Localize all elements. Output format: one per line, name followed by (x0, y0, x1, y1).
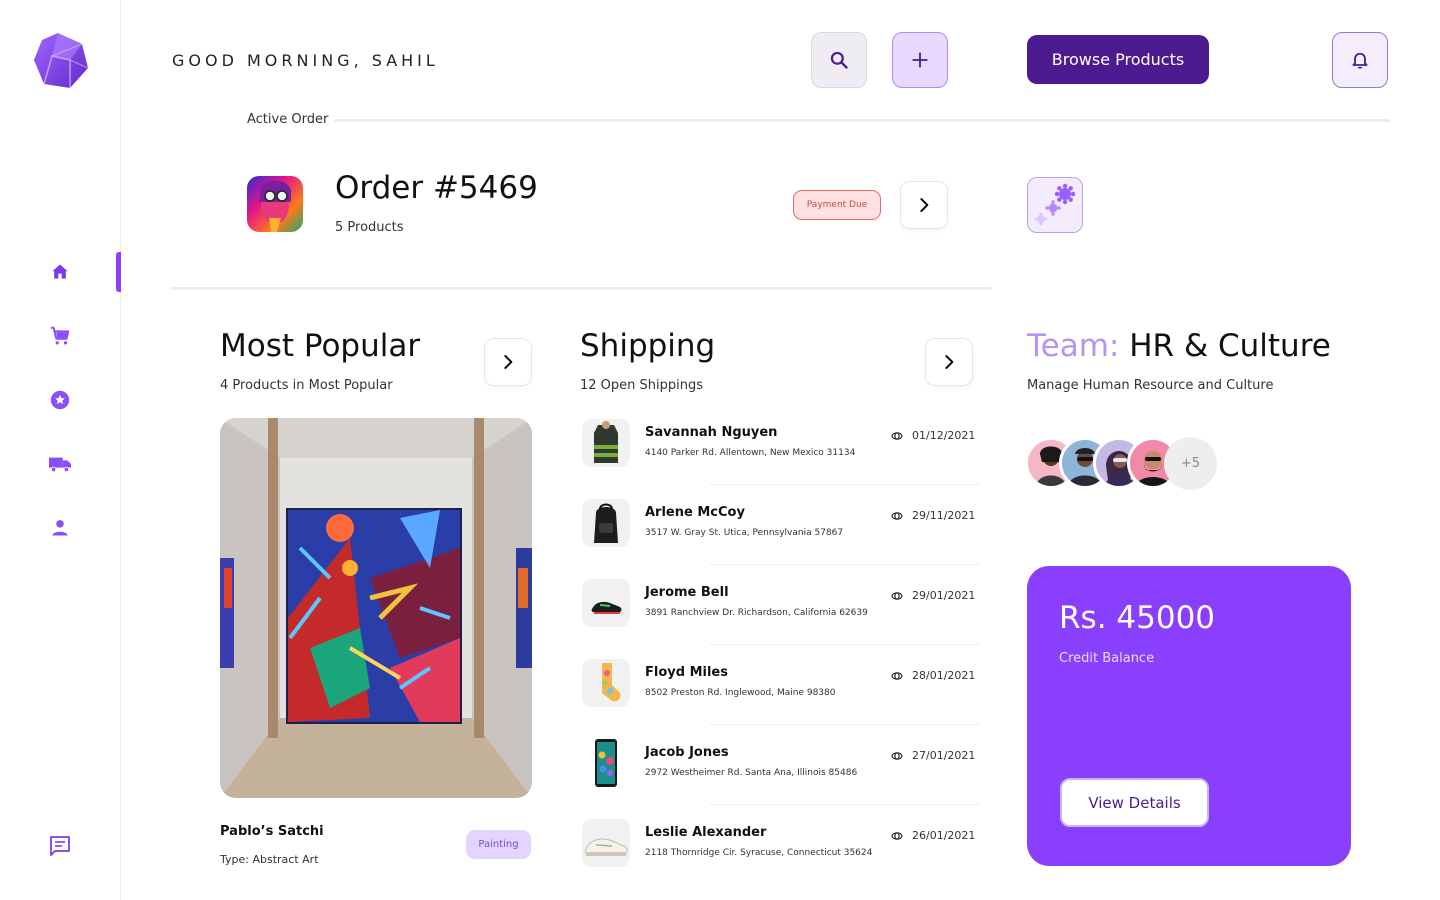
shipping-row[interactable]: Arlene McCoy 3517 W. Gray St. Utica, Pen… (580, 499, 980, 579)
section-divider (334, 119, 1390, 122)
product-image-painting[interactable] (220, 418, 532, 798)
recipient-address: 3517 W. Gray St. Utica, Pennsylvania 578… (645, 528, 844, 538)
notifications-button[interactable] (1332, 32, 1388, 88)
shipping-row[interactable]: Floyd Miles 8502 Preston Rd. Inglewood, … (580, 659, 980, 739)
row-divider (710, 644, 980, 645)
recipient-name: Leslie Alexander (645, 825, 767, 840)
recipient-address: 2118 Thornridge Cir. Syracuse, Connectic… (645, 848, 873, 858)
greeting: GOOD MORNING, SAHIL (172, 51, 439, 70)
gear-cluster-icon (1034, 183, 1076, 226)
plus-icon (912, 52, 928, 68)
link-icon (891, 511, 903, 520)
content-divider (171, 287, 992, 290)
search-icon (830, 51, 848, 69)
nav-cart[interactable] (44, 320, 76, 352)
shipping-next-button[interactable] (925, 338, 973, 386)
team-title: Team: HR & Culture (1027, 328, 1331, 364)
link-icon (891, 671, 903, 680)
recipient-name: Arlene McCoy (645, 505, 745, 520)
most-popular-subtitle: 4 Products in Most Popular (220, 378, 393, 393)
team-title-prefix: Team: (1027, 328, 1120, 364)
nav-profile[interactable] (44, 512, 76, 544)
chevron-right-icon (920, 198, 929, 212)
chat-bubble-icon (50, 836, 70, 856)
recipient-address: 2972 Westheimer Rd. Santa Ana, Illinois … (645, 768, 858, 778)
add-button[interactable] (892, 32, 948, 88)
browse-products-button[interactable]: Browse Products (1027, 35, 1209, 84)
product-thumbnail (582, 659, 630, 707)
chevron-right-icon (945, 355, 954, 369)
product-thumbnail (582, 579, 630, 627)
bell-icon (1352, 52, 1368, 69)
order-title: Order #5469 (335, 170, 538, 206)
link-icon (891, 431, 903, 440)
shipping-row[interactable]: Jerome Bell 3891 Ranchview Dr. Richardso… (580, 579, 980, 659)
shipping-row[interactable]: Savannah Nguyen 4140 Parker Rd. Allentow… (580, 419, 980, 499)
product-name: Pablo’s Satchi (220, 824, 324, 839)
most-popular-title: Most Popular (220, 328, 421, 364)
team-subtitle: Manage Human Resource and Culture (1027, 378, 1274, 393)
recipient-name: Floyd Miles (645, 665, 728, 680)
shipping-row[interactable]: Jacob Jones 2972 Westheimer Rd. Santa An… (580, 739, 980, 819)
more-members-badge[interactable]: +5 (1164, 437, 1217, 490)
home-icon (52, 264, 68, 279)
shipping-date: 29/11/2021 (912, 509, 976, 522)
shipping-subtitle: 12 Open Shippings (580, 378, 704, 393)
credit-amount: Rs. 45000 (1059, 600, 1216, 636)
search-button[interactable] (811, 32, 867, 88)
order-details-button[interactable] (900, 181, 948, 229)
recipient-address: 4140 Parker Rd. Allentown, New Mexico 31… (645, 448, 856, 458)
shipping-row[interactable]: Leslie Alexander 2118 Thornridge Cir. Sy… (580, 819, 980, 899)
recipient-name: Jerome Bell (645, 585, 729, 600)
shipping-date: 01/12/2021 (912, 429, 976, 442)
row-divider (710, 564, 980, 565)
view-details-button[interactable]: View Details (1060, 778, 1209, 827)
nav-active-indicator (116, 252, 121, 292)
row-divider (710, 804, 980, 805)
product-thumbnail (582, 819, 630, 867)
active-order-label: Active Order (247, 112, 329, 127)
nav-home[interactable] (44, 256, 76, 288)
link-icon (891, 591, 903, 600)
order-subtitle: 5 Products (335, 220, 404, 235)
star-badge-icon (50, 390, 70, 410)
shipping-date: 29/01/2021 (912, 589, 976, 602)
recipient-address: 8502 Preston Rd. Inglewood, Maine 98380 (645, 688, 836, 698)
most-popular-next-button[interactable] (484, 338, 532, 386)
shipping-date: 28/01/2021 (912, 669, 976, 682)
chevron-right-icon (504, 355, 513, 369)
hexagon-logo-icon[interactable] (30, 30, 92, 92)
shipping-date: 27/01/2021 (912, 749, 976, 762)
truck-icon (49, 457, 71, 473)
product-thumbnail (582, 419, 630, 467)
link-icon (891, 751, 903, 760)
team-title-name: HR & Culture (1129, 328, 1331, 364)
row-divider (710, 724, 980, 725)
product-thumbnail (582, 739, 630, 787)
nav-favorites[interactable] (44, 384, 76, 416)
payment-status-badge[interactable]: Payment Due (793, 190, 881, 220)
sidebar (0, 0, 121, 900)
nav-shipping[interactable] (44, 448, 76, 480)
shipping-date: 26/01/2021 (912, 829, 976, 842)
recipient-name: Jacob Jones (645, 745, 729, 760)
product-thumbnail (582, 499, 630, 547)
credit-label: Credit Balance (1059, 651, 1155, 666)
category-badge[interactable]: Painting (466, 830, 531, 859)
settings-button[interactable] (1027, 177, 1083, 233)
row-divider (710, 484, 980, 485)
recipient-address: 3891 Ranchview Dr. Richardson, Californi… (645, 608, 868, 618)
cart-icon (50, 326, 70, 345)
credit-balance-card: Rs. 45000 Credit Balance View Details (1027, 566, 1351, 866)
link-icon (891, 831, 903, 840)
product-type: Type: Abstract Art (220, 853, 319, 866)
nav-chat[interactable] (44, 830, 76, 862)
order-thumbnail (247, 176, 303, 232)
recipient-name: Savannah Nguyen (645, 425, 778, 440)
shipping-title: Shipping (580, 328, 716, 364)
user-icon (52, 520, 68, 536)
